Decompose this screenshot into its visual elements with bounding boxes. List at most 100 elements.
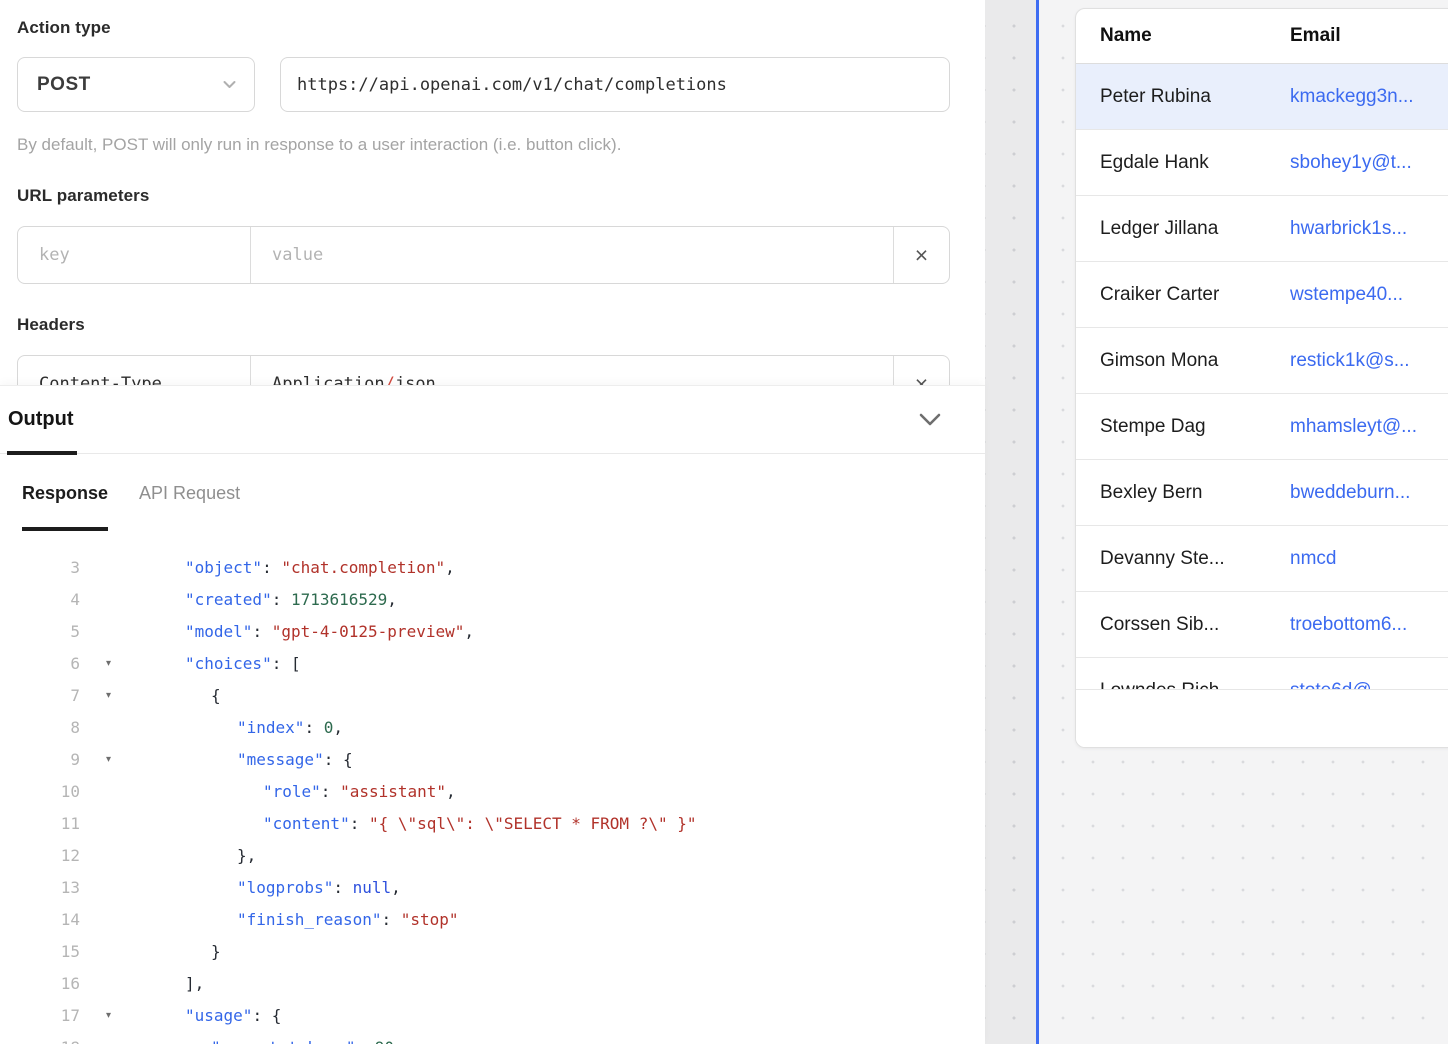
code-line-12: 12},: [0, 840, 985, 872]
table-row[interactable]: Corssen Sib...troebottom6...: [1076, 592, 1448, 658]
code-text: "message": {: [130, 744, 353, 776]
name-cell[interactable]: Craiker Carter: [1100, 284, 1290, 306]
url-input[interactable]: https://api.openai.com/v1/chat/completio…: [280, 57, 950, 112]
email-link[interactable]: hwarbrick1s...: [1290, 218, 1448, 240]
email-link[interactable]: sbohey1y@t...: [1290, 152, 1448, 174]
name-cell[interactable]: Bexley Bern: [1100, 482, 1290, 504]
fold-spacer: [80, 616, 130, 648]
app-canvas: Name Email Peter Rubinakmackegg3n...Egda…: [1039, 0, 1448, 1044]
fold-spacer: [80, 808, 130, 840]
line-number: 3: [0, 552, 80, 584]
action-type-label: Action type: [17, 18, 950, 38]
code-line-17: 17▾"usage": {: [0, 1000, 985, 1032]
code-text: "index": 0,: [130, 712, 343, 744]
fold-toggle-icon[interactable]: ▾: [80, 648, 130, 680]
param-key-cell: [18, 227, 251, 283]
code-line-5: 5 "model": "gpt-4-0125-preview",: [0, 616, 985, 648]
code-text: "finish_reason": "stop": [130, 904, 459, 936]
name-cell[interactable]: Ledger Jillana: [1100, 218, 1290, 240]
code-text: "object": "chat.completion",: [130, 552, 455, 584]
table-row[interactable]: Lowndes Rich...stote6d@...: [1076, 658, 1448, 689]
name-cell[interactable]: Gimson Mona: [1100, 350, 1290, 372]
code-text: ],: [130, 968, 204, 1000]
code-text: "model": "gpt-4-0125-preview",: [130, 616, 474, 648]
code-line-3: 3 "object": "chat.completion",: [0, 552, 985, 584]
code-line-13: 13"logprobs": null,: [0, 872, 985, 904]
table-row[interactable]: Devanny Ste...nmcd: [1076, 526, 1448, 592]
name-cell[interactable]: Corssen Sib...: [1100, 614, 1290, 636]
remove-param-button[interactable]: ×: [893, 227, 949, 283]
fold-spacer: [80, 1032, 130, 1044]
name-cell[interactable]: Lowndes Rich...: [1100, 680, 1290, 690]
param-key-input[interactable]: [39, 245, 229, 265]
panel-resize-handle[interactable]: [1036, 0, 1039, 1044]
line-number: 15: [0, 936, 80, 968]
column-header-email[interactable]: Email: [1290, 25, 1448, 47]
chevron-down-icon: [223, 76, 236, 94]
url-parameters-label: URL parameters: [17, 186, 950, 206]
tab-response[interactable]: Response: [22, 454, 108, 533]
code-text: "logprobs": null,: [130, 872, 401, 904]
url-value: https://api.openai.com/v1/chat/completio…: [297, 75, 727, 95]
email-link[interactable]: kmackegg3n...: [1290, 86, 1448, 108]
fold-spacer: [80, 776, 130, 808]
close-icon: ×: [915, 244, 928, 267]
email-link[interactable]: mhamsleyt@...: [1290, 416, 1448, 438]
output-panel: Output Response API Request 3 "object": "…: [0, 385, 985, 1044]
tab-api-request[interactable]: API Request: [139, 454, 240, 533]
email-link[interactable]: troebottom6...: [1290, 614, 1448, 636]
line-number: 6: [0, 648, 80, 680]
table-row[interactable]: Egdale Hanksbohey1y@t...: [1076, 130, 1448, 196]
param-value-cell: [251, 227, 893, 283]
fold-spacer: [80, 936, 130, 968]
email-link[interactable]: wstempe40...: [1290, 284, 1448, 306]
email-link[interactable]: restick1k@s...: [1290, 350, 1448, 372]
line-number: 4: [0, 584, 80, 616]
output-title: Output: [8, 408, 74, 431]
table-row[interactable]: Ledger Jillanahwarbrick1s...: [1076, 196, 1448, 262]
output-panel-header: Output: [0, 386, 985, 454]
code-line-7: 7▾{: [0, 680, 985, 712]
fold-spacer: [80, 968, 130, 1000]
response-code-viewer[interactable]: 3"object": "chat.completion",4"created":…: [0, 533, 985, 1044]
name-cell[interactable]: Stempe Dag: [1100, 416, 1290, 438]
code-line-14: 14 "finish_reason": "stop": [0, 904, 985, 936]
line-number: 14: [0, 904, 80, 936]
code-text: {: [130, 680, 221, 712]
email-link[interactable]: nmcd: [1290, 548, 1448, 570]
column-header-name[interactable]: Name: [1100, 25, 1290, 47]
collapse-output-button[interactable]: [919, 413, 941, 426]
email-link[interactable]: stote6d@...: [1290, 680, 1448, 690]
line-number: 5: [0, 616, 80, 648]
code-line-6: 6▾"choices": [: [0, 648, 985, 680]
table-row[interactable]: Stempe Dagmhamsleyt@...: [1076, 394, 1448, 460]
method-select[interactable]: POST: [17, 57, 255, 112]
app-editor: Action type POST https://api.openai.com/…: [0, 0, 1448, 1044]
fold-toggle-icon[interactable]: ▾: [80, 744, 130, 776]
code-line-11: 11"content": "{ \"sql\": \"SELECT * FROM…: [0, 808, 985, 840]
code-text: "content": "{ \"sql\": \"SELECT * FROM ?…: [130, 808, 696, 840]
code-line-9: 9▾"message": {: [0, 744, 985, 776]
fold-toggle-icon[interactable]: ▾: [80, 680, 130, 712]
code-text: },: [130, 840, 256, 872]
name-cell[interactable]: Peter Rubina: [1100, 86, 1290, 108]
param-value-input[interactable]: [272, 245, 872, 265]
fold-spacer: [80, 584, 130, 616]
table-row[interactable]: Bexley Bernbweddeburn...: [1076, 460, 1448, 526]
name-cell[interactable]: Egdale Hank: [1100, 152, 1290, 174]
line-number: 10: [0, 776, 80, 808]
table-header-row: Name Email: [1076, 9, 1448, 64]
users-table: Name Email Peter Rubinakmackegg3n...Egda…: [1075, 8, 1448, 748]
code-line-8: 8"index": 0,: [0, 712, 985, 744]
name-cell[interactable]: Devanny Ste...: [1100, 548, 1290, 570]
line-number: 18: [0, 1032, 80, 1044]
fold-spacer: [80, 552, 130, 584]
email-link[interactable]: bweddeburn...: [1290, 482, 1448, 504]
url-parameter-row: ×: [17, 226, 950, 284]
table-row[interactable]: Craiker Carterwstempe40...: [1076, 262, 1448, 328]
fold-spacer: [80, 840, 130, 872]
fold-toggle-icon[interactable]: ▾: [80, 1000, 130, 1032]
table-row[interactable]: Peter Rubinakmackegg3n...: [1076, 64, 1448, 130]
code-line-15: 15}: [0, 936, 985, 968]
table-row[interactable]: Gimson Monarestick1k@s...: [1076, 328, 1448, 394]
